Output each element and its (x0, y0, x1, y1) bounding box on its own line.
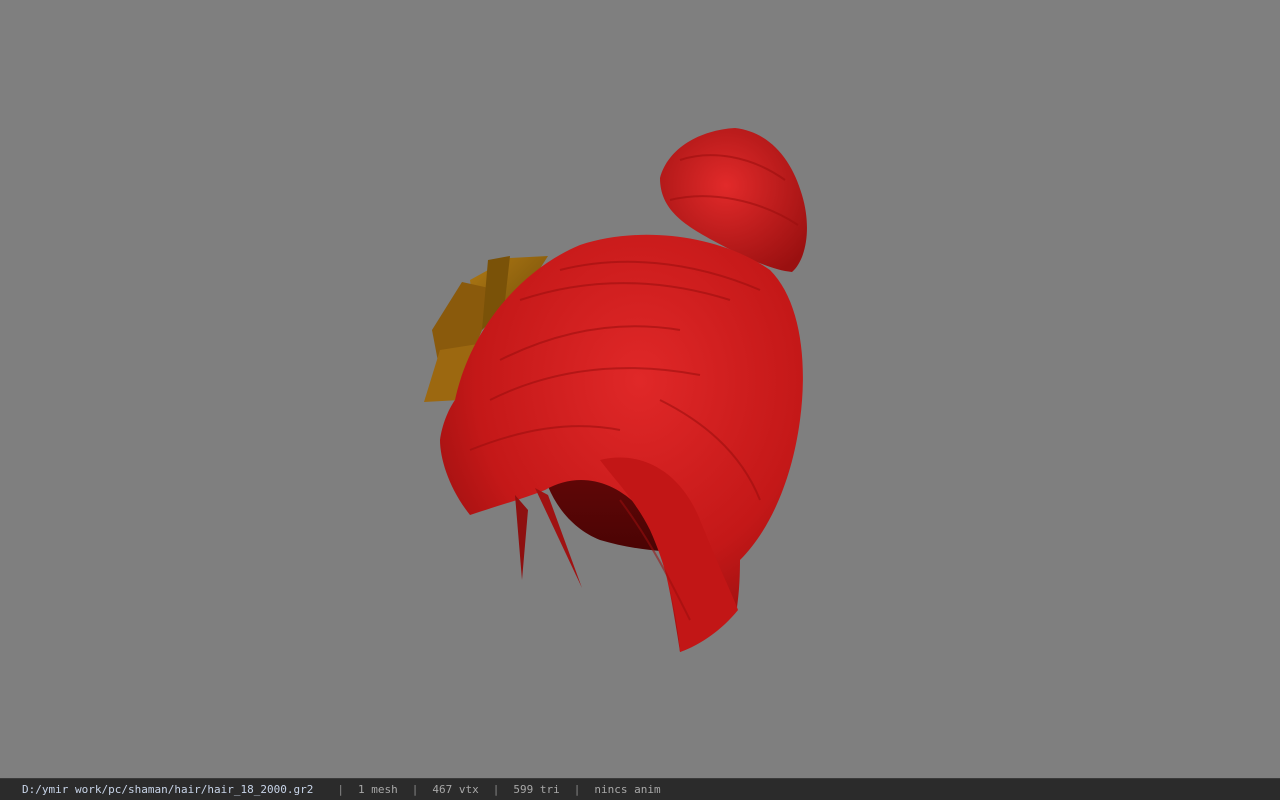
file-path-label: D:/ymir work/pc/shaman/hair/hair_18_2000… (22, 783, 314, 796)
vertex-count-label: 467 vtx (432, 783, 479, 796)
hair-model-render[interactable] (0, 0, 1280, 778)
status-separator: | (573, 783, 581, 796)
status-bar: D:/ymir work/pc/shaman/hair/hair_18_2000… (0, 778, 1280, 800)
mesh-count-label: 1 mesh (358, 783, 398, 796)
status-separator: | (492, 783, 500, 796)
status-separator: | (411, 783, 419, 796)
triangle-count-label: 599 tri (513, 783, 560, 796)
status-separator: | (337, 783, 345, 796)
3d-viewport[interactable] (0, 0, 1280, 778)
animation-status-label: nincs anim (594, 783, 661, 796)
